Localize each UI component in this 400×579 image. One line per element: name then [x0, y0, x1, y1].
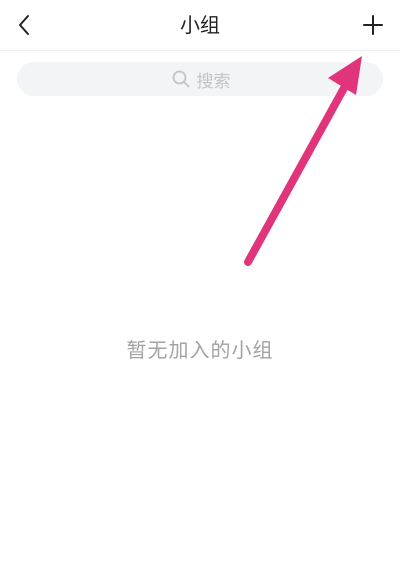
search-icon: [170, 68, 192, 90]
plus-icon: [363, 15, 383, 35]
search-placeholder: 搜索: [196, 71, 231, 92]
search-bar[interactable]: 搜索: [17, 62, 383, 96]
page-title: 小组: [180, 13, 220, 37]
nav-bar: 小组: [0, 0, 400, 51]
empty-state-text: 暂无加入的小组: [126, 338, 274, 362]
add-group-button[interactable]: [354, 6, 392, 44]
groups-page: 小组 搜索 暂无加入的小组: [0, 0, 400, 579]
